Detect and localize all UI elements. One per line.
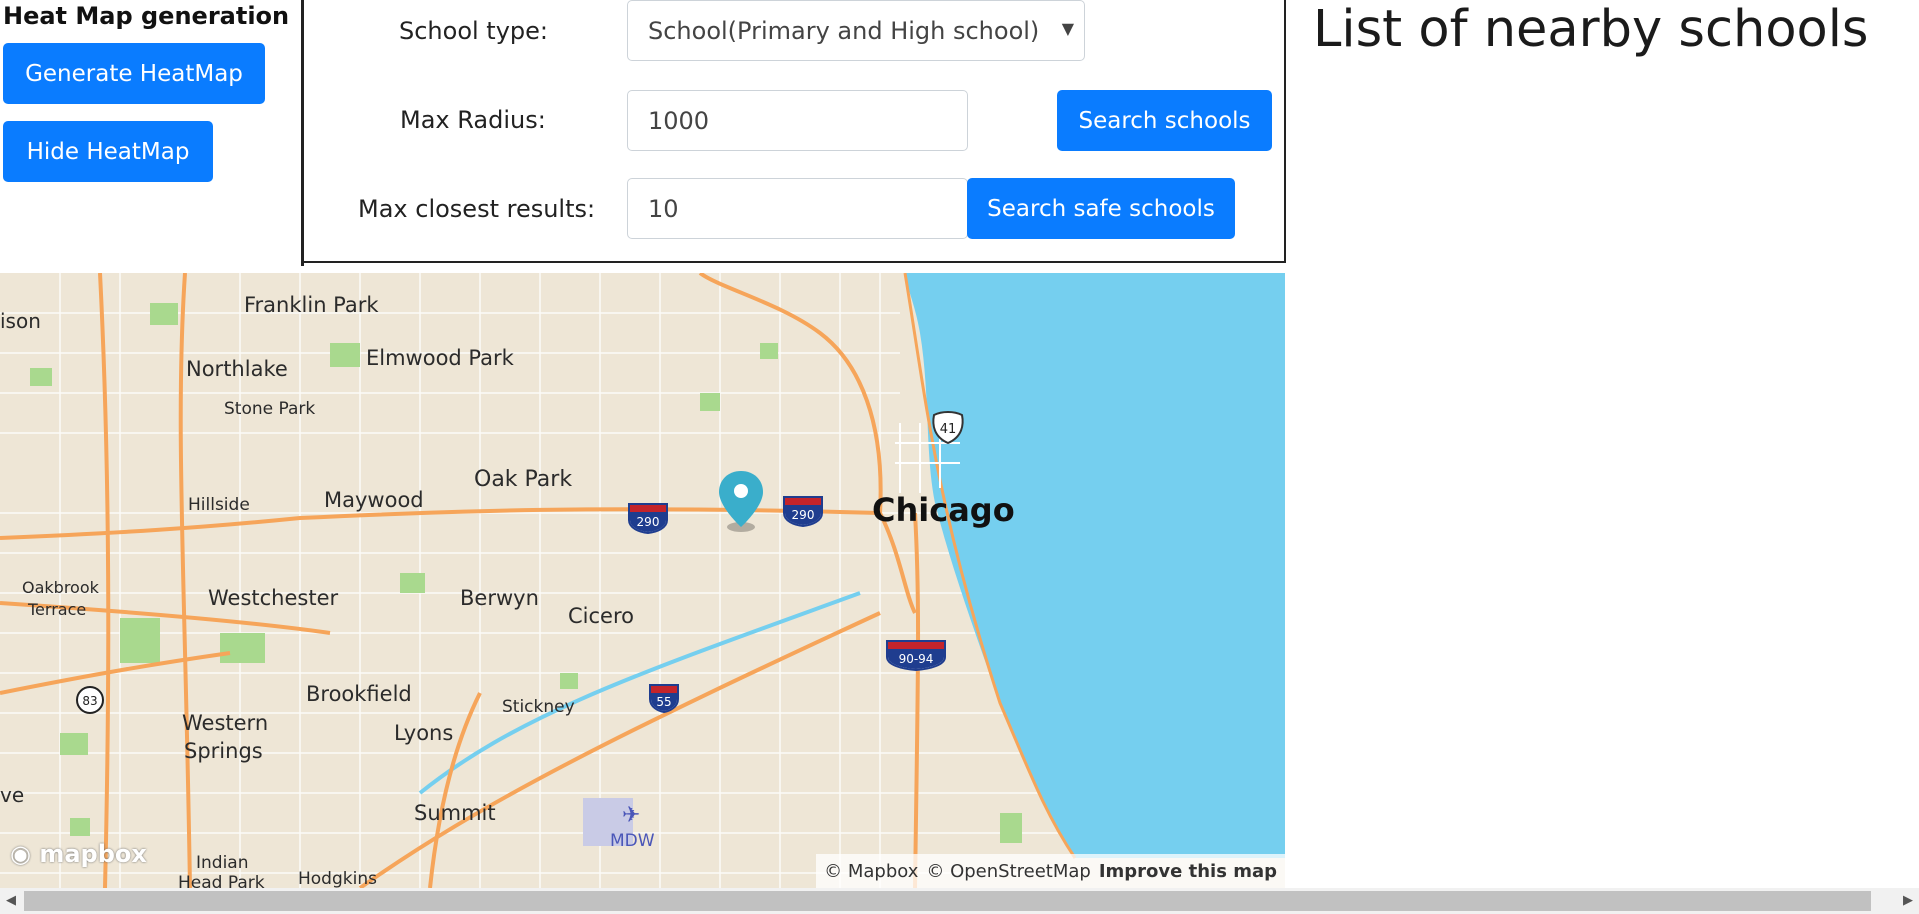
school-type-select[interactable]: School(Primary and High school) ▼ bbox=[627, 0, 1085, 61]
scroll-left-icon[interactable]: ◀ bbox=[6, 893, 16, 908]
label-indian: Indian bbox=[196, 853, 249, 873]
location-marker-icon[interactable] bbox=[716, 469, 766, 533]
mapbox-logo[interactable]: ◉ mapbox bbox=[10, 840, 147, 868]
label-western: Western bbox=[182, 711, 269, 735]
map-attribution: © Mapbox © OpenStreetMap Improve this ma… bbox=[816, 854, 1285, 888]
label-ison: ison bbox=[0, 309, 41, 333]
school-type-value: School(Primary and High school) bbox=[648, 16, 1040, 45]
label-oak-park: Oak Park bbox=[474, 467, 573, 492]
label-berwyn: Berwyn bbox=[460, 586, 539, 610]
river bbox=[418, 591, 861, 795]
parks bbox=[30, 303, 1022, 843]
max-radius-value: 1000 bbox=[648, 106, 710, 135]
label-ve: ve bbox=[0, 783, 25, 807]
label-maywood: Maywood bbox=[324, 488, 424, 512]
label-stone-park: Stone Park bbox=[224, 399, 316, 419]
svg-text:55: 55 bbox=[656, 695, 671, 709]
school-type-label: School type: bbox=[399, 17, 549, 45]
heatmap-panel: Heat Map generation Generate HeatMap Hid… bbox=[0, 0, 303, 264]
label-head-park: Head Park bbox=[178, 873, 265, 888]
map-view[interactable]: Franklin Park ison Northlake Elmwood Par… bbox=[0, 273, 1285, 888]
label-lyons: Lyons bbox=[394, 721, 454, 745]
max-results-value: 10 bbox=[648, 194, 679, 223]
i55-shield-icon: 55 bbox=[649, 684, 679, 713]
attribution-osm[interactable]: © OpenStreetMap bbox=[926, 861, 1090, 882]
label-cicero: Cicero bbox=[568, 604, 634, 628]
scrollbar-thumb[interactable] bbox=[24, 891, 1871, 911]
label-brookfield: Brookfield bbox=[306, 682, 412, 706]
label-hodgkins: Hodgkins bbox=[298, 869, 377, 888]
label-summit: Summit bbox=[414, 801, 496, 825]
max-radius-label: Max Radius: bbox=[400, 106, 546, 134]
search-schools-button[interactable]: Search schools bbox=[1057, 90, 1272, 151]
hide-heatmap-button[interactable]: Hide HeatMap bbox=[3, 121, 213, 182]
improve-map-link[interactable]: Improve this map bbox=[1099, 861, 1277, 882]
max-results-input[interactable]: 10 bbox=[627, 178, 968, 239]
label-stickney: Stickney bbox=[502, 697, 575, 717]
i9094-shield-icon: 90-94 bbox=[886, 640, 946, 671]
search-form: School type: School(Primary and High sch… bbox=[303, 0, 1286, 263]
label-northlake: Northlake bbox=[186, 357, 288, 381]
search-safe-schools-button[interactable]: Search safe schools bbox=[967, 178, 1235, 239]
label-springs: Springs bbox=[184, 739, 263, 763]
label-chicago: Chicago bbox=[872, 491, 1015, 529]
i290-left-shield-icon: 290 bbox=[628, 503, 668, 534]
label-hillside: Hillside bbox=[188, 495, 250, 515]
us41-shield-icon: 41 bbox=[932, 411, 964, 445]
label-franklin-park: Franklin Park bbox=[244, 293, 379, 317]
scroll-right-icon[interactable]: ▶ bbox=[1903, 893, 1913, 908]
airport-icon: ✈ bbox=[622, 803, 641, 828]
route83-shield-icon: 83 bbox=[76, 686, 104, 714]
horizontal-scrollbar[interactable]: ◀ ▶ bbox=[0, 888, 1919, 914]
generate-heatmap-button[interactable]: Generate HeatMap bbox=[3, 43, 265, 104]
i290-right-shield-icon: 290 bbox=[783, 496, 823, 527]
label-terrace: Terrace bbox=[28, 600, 87, 619]
heatmap-title: Heat Map generation bbox=[3, 2, 290, 30]
max-results-label: Max closest results: bbox=[358, 195, 596, 223]
lake-michigan bbox=[905, 273, 1285, 858]
label-mdw: MDW bbox=[610, 831, 655, 851]
svg-text:41: 41 bbox=[940, 422, 957, 437]
label-elmwood-park: Elmwood Park bbox=[366, 346, 514, 370]
attribution-mapbox[interactable]: © Mapbox bbox=[824, 861, 918, 882]
label-westchester: Westchester bbox=[208, 586, 339, 610]
max-radius-input[interactable]: 1000 bbox=[627, 90, 968, 151]
svg-text:290: 290 bbox=[637, 515, 660, 529]
nearby-schools-title: List of nearby schools bbox=[1313, 0, 1869, 59]
mapbox-logo-text: mapbox bbox=[39, 840, 147, 868]
label-oakbrook: Oakbrook bbox=[22, 578, 99, 597]
chevron-down-icon: ▼ bbox=[1061, 19, 1074, 38]
svg-text:290: 290 bbox=[792, 508, 815, 522]
mapbox-logo-icon: ◉ bbox=[10, 840, 31, 868]
svg-text:83: 83 bbox=[82, 694, 97, 708]
svg-text:90-94: 90-94 bbox=[899, 652, 934, 666]
